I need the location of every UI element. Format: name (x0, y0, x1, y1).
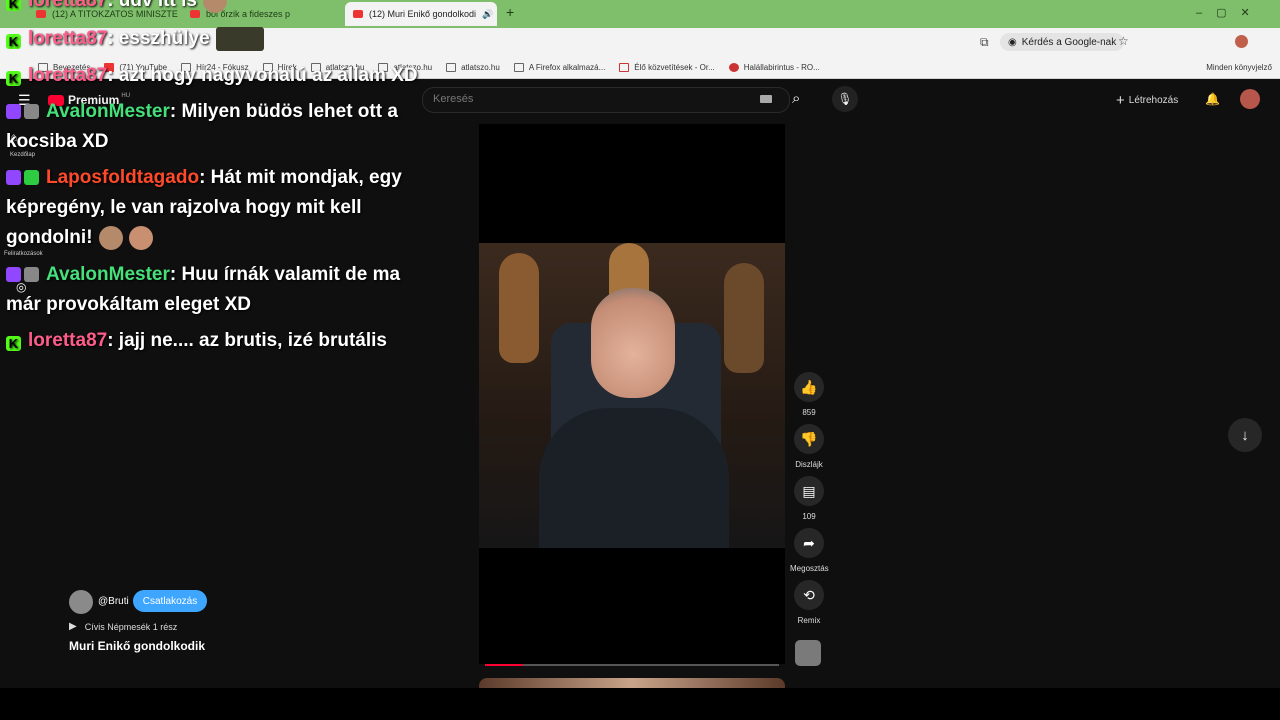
bottom-bar (0, 688, 1280, 720)
share-button[interactable]: ➦ Megosztás (790, 528, 829, 573)
twitch-badge-icon (6, 170, 21, 185)
profile-avatar[interactable] (1235, 35, 1248, 48)
like-button[interactable]: 👍 859 (790, 372, 828, 417)
chat-username: loretta87 (28, 0, 108, 11)
broadcast-icon (619, 62, 630, 72)
kick-badge-icon: K (6, 336, 21, 351)
search-icon[interactable]: ⌕ (792, 90, 800, 107)
chat-text: : jajj ne.... az brutis, izé brutális (107, 330, 387, 351)
chat-username: Laposfoldtagado (46, 167, 200, 188)
thumbs-up-icon: 👍 (794, 372, 824, 402)
sub-badge-icon (24, 170, 39, 185)
person-face (591, 288, 675, 398)
chat-message: Kloretta87: esszhülye (6, 24, 406, 54)
bookmark-item[interactable]: A Firefox alkalmazá... (513, 62, 605, 72)
chat-username: loretta87 (28, 65, 108, 86)
chat-text: : üdv itt is (107, 0, 197, 11)
chat-message: Kloretta87: üdv itt is (6, 0, 406, 16)
sub-badge-icon (24, 104, 39, 119)
video-progress-bar[interactable] (485, 664, 779, 666)
speaker-icon[interactable]: 🔊 (482, 9, 493, 20)
chat-text: : azt hogy nagyvonalú az állam XD (107, 65, 418, 86)
account-avatar[interactable] (1240, 89, 1260, 109)
chat-username: loretta87 (28, 28, 108, 49)
google-lens-icon: ◉ (1008, 36, 1017, 48)
share-icon: ➦ (794, 528, 824, 558)
bookmark-item[interactable]: Halállabirintus - RO... (728, 62, 820, 72)
emote-icon (128, 225, 153, 250)
microphone-icon[interactable]: 🎙 (832, 86, 858, 112)
arrow-down-icon[interactable]: ↓ (1228, 418, 1262, 452)
channel-avatar[interactable] (69, 590, 93, 614)
video-frame[interactable] (479, 243, 785, 548)
progress-fill (485, 664, 524, 666)
comments-button[interactable]: ▤ 109 (790, 476, 828, 521)
playlist-link[interactable]: ▶ Cívis Népmesék 1 rész (69, 621, 177, 632)
chat-username: AvalonMester (46, 264, 170, 285)
bookmark-item[interactable]: atlatszo.hu (446, 62, 500, 72)
chat-username: AvalonMester (46, 101, 170, 122)
chat-message: Kloretta87: jajj ne.... az brutis, izé b… (6, 326, 416, 356)
rtl-icon (728, 62, 739, 72)
new-tab-button[interactable]: + (506, 4, 514, 20)
plus-icon: + (1116, 92, 1125, 109)
create-button[interactable]: + Létrehozás (1116, 92, 1178, 109)
bookmark-star-icon[interactable]: ☆ (1118, 34, 1129, 48)
install-app-icon[interactable]: ⧉ (980, 35, 989, 50)
close-tab-icon[interactable]: ✕ (493, 8, 497, 21)
dislike-button[interactable]: 👎 Diszlájk (790, 424, 828, 469)
notifications-bell-icon[interactable]: 🔔 (1205, 92, 1220, 106)
guitar-decor (499, 253, 539, 363)
window-controls[interactable]: –▢✕ (1196, 6, 1264, 19)
remix-button[interactable]: ⟲ Remix (790, 580, 828, 625)
kick-badge-icon: K (6, 71, 21, 86)
folder-icon (446, 62, 457, 72)
chat-message: AvalonMester: Huu írnák valamit de ma má… (6, 260, 416, 320)
chat-message: AvalonMester: Milyen büdös lehet ott a k… (6, 97, 416, 157)
chat-message: Kloretta87: azt hogy nagyvonalú az állam… (6, 61, 426, 91)
folder-icon (513, 62, 524, 72)
kick-badge-icon: K (6, 0, 21, 11)
search-input[interactable]: Keresés (422, 87, 790, 113)
video-title: Muri Enikő gondolkodik (69, 639, 205, 653)
twitch-badge-icon (6, 267, 21, 282)
keyboard-icon[interactable] (760, 95, 772, 103)
sound-thumbnail[interactable] (795, 640, 821, 666)
person-shirt (539, 408, 729, 548)
join-button[interactable]: Csatlakozás (133, 590, 207, 612)
sub-badge-icon (24, 267, 39, 282)
other-bookmarks[interactable]: Minden könyvjelző (1206, 63, 1272, 72)
chat-message: Laposfoldtagado: Hát mit mondjak, egy ké… (6, 163, 416, 253)
emote-icon (215, 26, 264, 51)
twitch-badge-icon (6, 104, 21, 119)
comment-icon: ▤ (794, 476, 824, 506)
ask-google-button[interactable]: ◉ Kérdés a Google-nak (1000, 33, 1125, 51)
emote-icon (202, 0, 227, 13)
guitar-decor (724, 263, 764, 373)
chat-username: loretta87 (28, 330, 108, 351)
emote-icon (98, 225, 123, 250)
remix-icon: ⟲ (794, 580, 824, 610)
kick-badge-icon: K (6, 34, 21, 49)
thumbs-down-icon: 👎 (794, 424, 824, 454)
play-icon: ▶ (69, 621, 77, 632)
chat-text: : esszhülye (107, 28, 210, 49)
bookmark-item[interactable]: Élő közvetítések - Or... (619, 62, 715, 72)
channel-handle[interactable]: @Bruti (98, 596, 129, 607)
